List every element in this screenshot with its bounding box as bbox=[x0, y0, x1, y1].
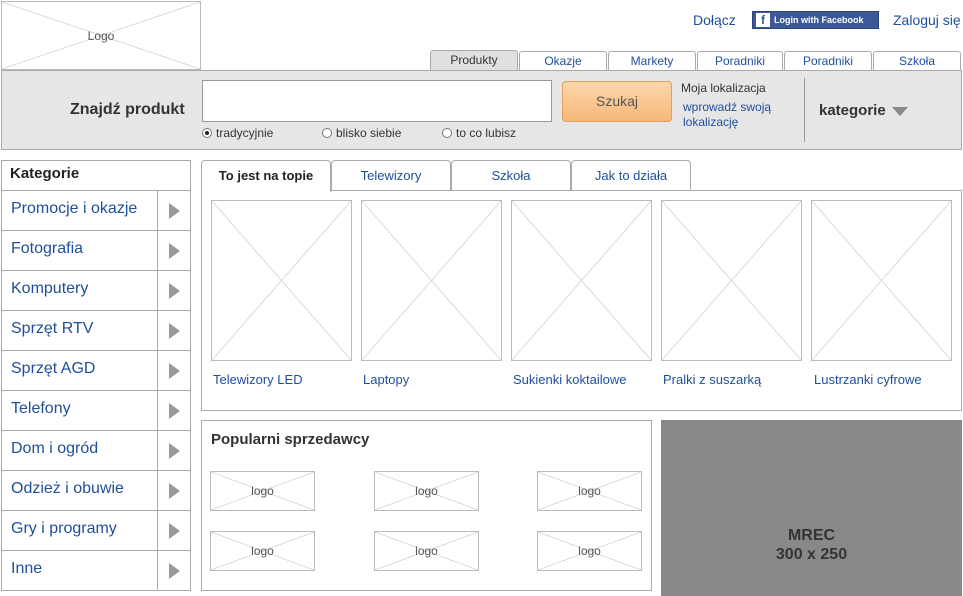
top-tab-produkty[interactable]: Produkty bbox=[430, 50, 518, 70]
location-link[interactable]: wprowadź swoją lokalizację bbox=[683, 100, 793, 130]
login-link[interactable]: Zaloguj się bbox=[893, 12, 961, 28]
search-mode-to-co-lubisz[interactable]: to co lubisz bbox=[442, 126, 516, 140]
sidebar-item-label: Sprzęt AGD bbox=[2, 351, 158, 390]
seller-logo[interactable]: logo bbox=[210, 531, 315, 571]
sidebar-item-label: Gry i programy bbox=[2, 511, 158, 550]
seller-logo[interactable]: logo bbox=[210, 471, 315, 511]
seller-logo-label: logo bbox=[578, 484, 601, 498]
product-caption-sukienki[interactable]: Sukienki koktailowe bbox=[513, 372, 626, 387]
seller-logo-label: logo bbox=[578, 544, 601, 558]
search-title: Znajdź produkt bbox=[70, 101, 185, 118]
sidebar-item-odziez[interactable]: Odzież i obuwie bbox=[2, 471, 190, 511]
sidebar-item-label: Sprzęt RTV bbox=[2, 311, 158, 350]
product-image[interactable] bbox=[811, 200, 952, 361]
product-caption-lustrzanki[interactable]: Lustrzanki cyfrowe bbox=[814, 372, 922, 387]
arrow-right-icon[interactable] bbox=[158, 391, 190, 430]
product-image[interactable] bbox=[511, 200, 652, 361]
sidebar-item-label: Komputery bbox=[2, 271, 158, 310]
sidebar-item-sprzet-rtv[interactable]: Sprzęt RTV bbox=[2, 311, 190, 351]
radio-selected-icon bbox=[202, 128, 212, 138]
location-label: Moja lokalizacja bbox=[681, 81, 766, 95]
seller-logo[interactable]: logo bbox=[537, 471, 642, 511]
triangle-down-icon bbox=[891, 106, 908, 116]
facebook-login-button[interactable]: f Login with Facebook bbox=[752, 11, 879, 29]
sidebar-item-dom-ogrod[interactable]: Dom i ogród bbox=[2, 431, 190, 471]
seller-logo-label: logo bbox=[415, 544, 438, 558]
logo-label: Logo bbox=[87, 28, 115, 43]
sidebar-title: Kategorie bbox=[2, 161, 190, 191]
sidebar-item-label: Telefony bbox=[2, 391, 158, 430]
top-tab-szkola[interactable]: Szkoła bbox=[873, 51, 961, 70]
product-caption-pralki[interactable]: Pralki z suszarką bbox=[663, 372, 761, 387]
sidebar-item-inne[interactable]: Inne bbox=[2, 551, 190, 591]
arrow-right-icon[interactable] bbox=[158, 431, 190, 470]
sidebar-item-label: Fotografia bbox=[2, 231, 158, 270]
seller-logo-label: logo bbox=[415, 484, 438, 498]
arrow-right-icon[interactable] bbox=[158, 471, 190, 510]
top-tab-poradniki[interactable]: Poradniki bbox=[697, 51, 783, 70]
mrec-label: MREC bbox=[787, 527, 836, 544]
arrow-right-icon[interactable] bbox=[158, 511, 190, 550]
seller-logo-label: logo bbox=[251, 544, 274, 558]
seller-logo[interactable]: logo bbox=[374, 471, 479, 511]
search-mode-label: to co lubisz bbox=[456, 126, 517, 140]
product-image[interactable] bbox=[361, 200, 502, 361]
product-caption-laptopy[interactable]: Laptopy bbox=[363, 372, 409, 387]
sidebar-item-gry[interactable]: Gry i programy bbox=[2, 511, 190, 551]
sidebar-item-label: Dom i ogród bbox=[2, 431, 158, 470]
tab-szkola[interactable]: Szkoła bbox=[451, 160, 571, 191]
sidebar-item-fotografia[interactable]: Fotografia bbox=[2, 231, 190, 271]
top-tab-poradniki-2[interactable]: Poradniki bbox=[784, 51, 872, 70]
search-button[interactable]: Szukaj bbox=[562, 81, 672, 122]
search-mode-label: blisko siebie bbox=[336, 126, 402, 140]
logo-placeholder[interactable]: Logo bbox=[1, 1, 201, 70]
sidebar-item-label: Inne bbox=[2, 551, 158, 591]
facebook-login-label: Login with Facebook bbox=[774, 15, 864, 25]
top-tab-okazje[interactable]: Okazje bbox=[519, 51, 607, 70]
search-mode-tradycyjnie[interactable]: tradycyjnie bbox=[202, 126, 273, 140]
category-sidebar: Kategorie Promocje i okazje Fotografia K… bbox=[1, 160, 191, 591]
search-bar-divider bbox=[804, 78, 805, 142]
join-link[interactable]: Dołącz bbox=[693, 12, 736, 28]
top-tab-markety[interactable]: Markety bbox=[608, 51, 696, 70]
categories-dropdown[interactable]: kategorie bbox=[819, 102, 908, 119]
product-caption-telewizory-led[interactable]: Telewizory LED bbox=[213, 372, 303, 387]
seller-logo[interactable]: logo bbox=[374, 531, 479, 571]
arrow-right-icon[interactable] bbox=[158, 231, 190, 270]
seller-logo[interactable]: logo bbox=[537, 531, 642, 571]
arrow-right-icon[interactable] bbox=[158, 271, 190, 310]
arrow-right-icon[interactable] bbox=[158, 191, 190, 230]
search-mode-blisko-siebie[interactable]: blisko siebie bbox=[322, 126, 401, 140]
popular-sellers-title: Popularni sprzedawcy bbox=[211, 431, 370, 448]
sidebar-item-telefony[interactable]: Telefony bbox=[2, 391, 190, 431]
product-image[interactable] bbox=[211, 200, 352, 361]
facebook-icon: f bbox=[756, 13, 770, 27]
radio-unselected-icon bbox=[322, 128, 332, 138]
tab-telewizory[interactable]: Telewizory bbox=[331, 160, 451, 191]
sidebar-item-sprzet-agd[interactable]: Sprzęt AGD bbox=[2, 351, 190, 391]
search-mode-label: tradycyjnie bbox=[216, 126, 274, 140]
product-image[interactable] bbox=[661, 200, 802, 361]
arrow-right-icon[interactable] bbox=[158, 551, 190, 591]
mrec-ad-placeholder[interactable]: MREC 300 x 250 bbox=[661, 420, 962, 596]
arrow-right-icon[interactable] bbox=[158, 311, 190, 350]
sidebar-item-label: Odzież i obuwie bbox=[2, 471, 158, 510]
seller-logo-label: logo bbox=[251, 484, 274, 498]
sidebar-item-komputery[interactable]: Komputery bbox=[2, 271, 190, 311]
tab-to-jest-na-topie[interactable]: To jest na topie bbox=[201, 160, 331, 192]
categories-dropdown-label: kategorie bbox=[819, 102, 886, 119]
search-input[interactable] bbox=[202, 80, 552, 122]
mrec-size-label: 300 x 250 bbox=[775, 546, 848, 563]
radio-unselected-icon bbox=[442, 128, 452, 138]
sidebar-item-label: Promocje i okazje bbox=[2, 191, 158, 230]
arrow-right-icon[interactable] bbox=[158, 351, 190, 390]
sidebar-item-promocje[interactable]: Promocje i okazje bbox=[2, 191, 190, 231]
tab-jak-to-dziala[interactable]: Jak to działa bbox=[571, 160, 691, 191]
